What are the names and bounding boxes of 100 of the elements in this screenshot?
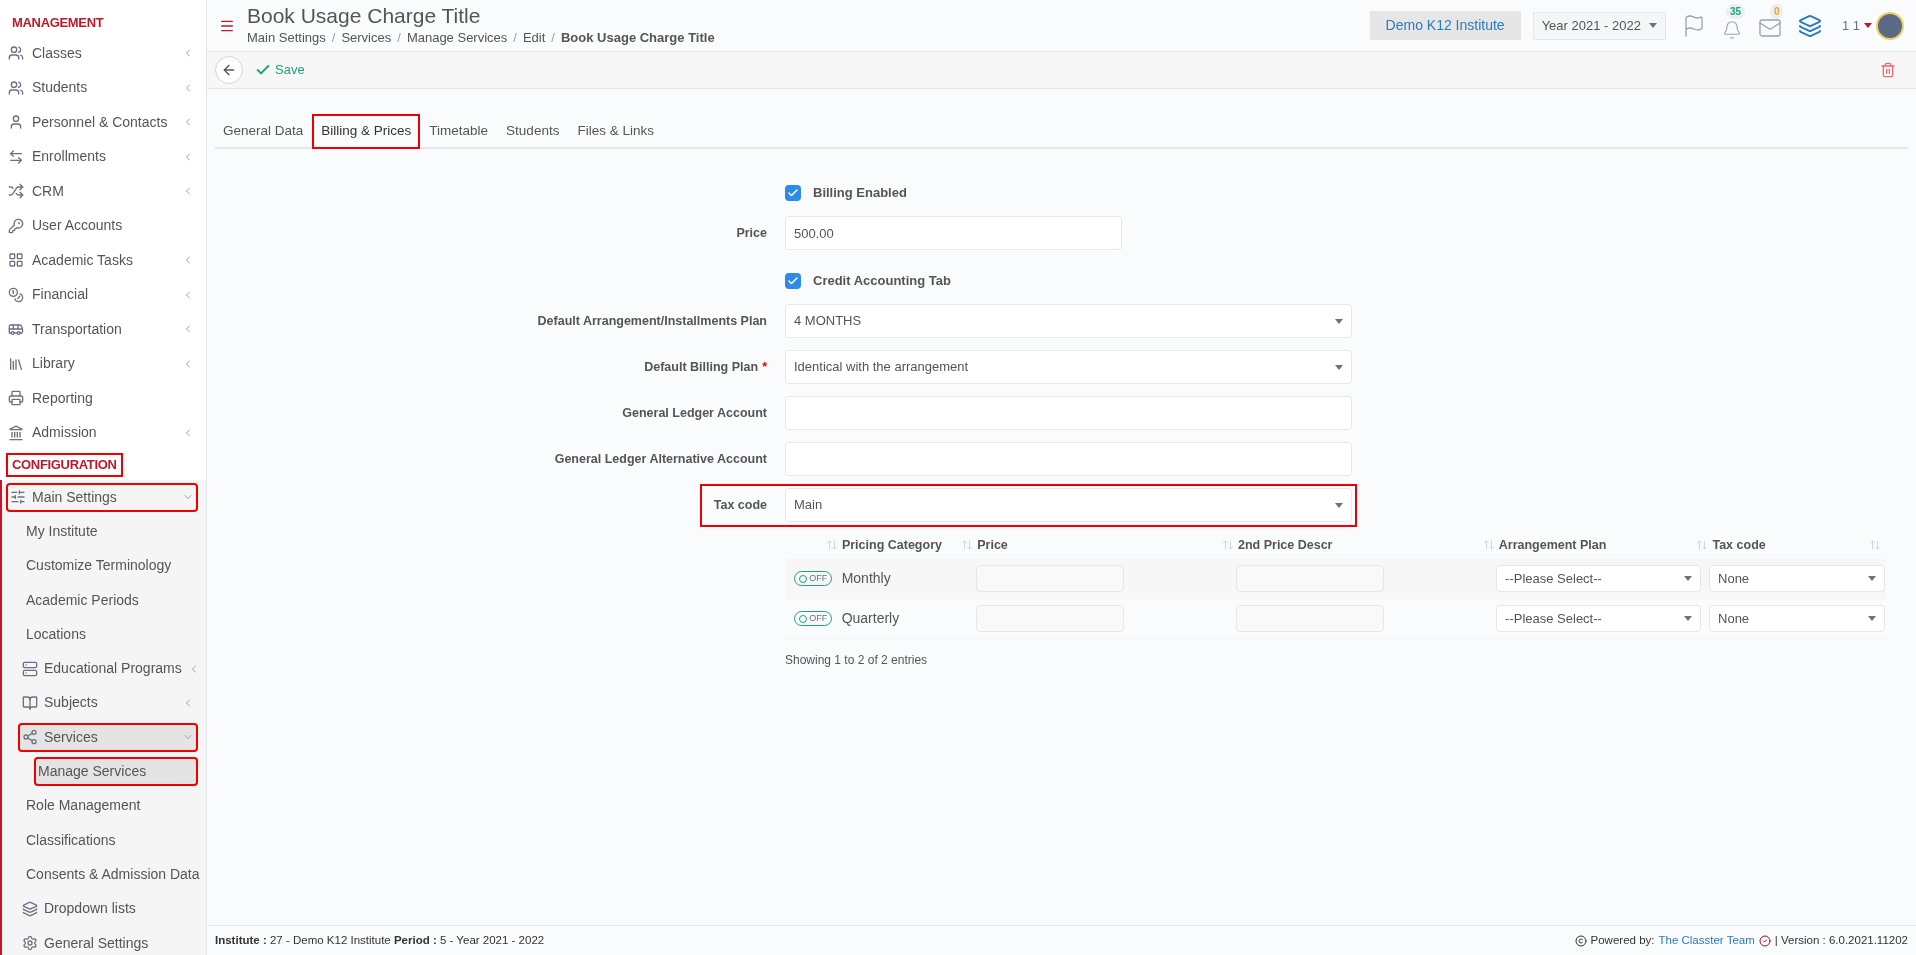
layers-icon[interactable] [1797, 13, 1822, 38]
institute-button[interactable]: Demo K12 Institute [1369, 11, 1521, 40]
section-heading: MANAGEMENT [12, 13, 104, 32]
sidebar-item[interactable]: Locations [22, 619, 198, 649]
avatar[interactable] [1876, 11, 1904, 40]
sidebar-item[interactable]: Transportation [4, 314, 198, 344]
sidebar-item[interactable]: Customize Terminology [22, 551, 198, 581]
breadcrumb-separator: / [513, 28, 517, 47]
breadcrumb-link[interactable]: Edit [522, 27, 546, 48]
key-icon [8, 217, 24, 234]
sort-icon[interactable] [1869, 539, 1881, 551]
sidebar-item[interactable]: Dropdown lists [18, 894, 198, 924]
breadcrumb-link[interactable]: Services [341, 27, 392, 48]
sidebar-item[interactable]: CRM [4, 176, 198, 206]
check-icon [787, 187, 799, 199]
section-heading: CONFIGURATION [8, 455, 121, 475]
building-icon [8, 424, 24, 441]
sort-icon[interactable] [825, 539, 838, 551]
sidebar-item[interactable]: Admission [4, 418, 198, 448]
sliders-icon [10, 489, 26, 506]
breadcrumb-separator: / [331, 28, 336, 47]
sidebar-item[interactable]: Role Management [22, 791, 198, 821]
sidebar-item[interactable]: Classifications [22, 825, 198, 855]
select-field[interactable]: None [1709, 605, 1885, 632]
table-cell-text: Monthly [841, 569, 892, 588]
shuffle-icon [8, 183, 24, 200]
tab[interactable]: Billing & Prices [313, 115, 420, 148]
field-label: Price [735, 225, 768, 242]
field-label: Default Arrangement/Installments Plan [536, 313, 768, 330]
sidebar-item[interactable]: Personnel & Contacts [4, 107, 198, 137]
team-link[interactable]: The Classter Team [1658, 931, 1755, 950]
sidebar-item[interactable]: Consents & Admission Data [22, 859, 204, 889]
sidebar-item[interactable]: Students [4, 73, 198, 103]
breadcrumb-link[interactable]: Book Usage Charge Title [561, 27, 715, 48]
coins-icon [8, 286, 24, 303]
back-button[interactable] [215, 56, 243, 84]
sidebar-item[interactable]: Main Settings [6, 482, 198, 512]
sidebar-item[interactable]: Reporting [4, 383, 198, 413]
caret-icon [1868, 616, 1876, 621]
caret-icon[interactable] [1864, 23, 1872, 28]
checkbox[interactable] [785, 185, 801, 201]
grid-icon [8, 252, 24, 269]
sidebar-item[interactable]: Library [4, 349, 198, 379]
sidebar-item[interactable]: Enrollments [4, 142, 198, 172]
caret-icon [1684, 616, 1693, 621]
column-header[interactable]: 2nd Price Descr [1238, 535, 1333, 555]
sidebar-item[interactable]: Financial [4, 280, 198, 310]
sidebar-item[interactable]: My Institute [22, 516, 198, 546]
sidebar-item[interactable]: User Accounts [4, 211, 198, 241]
caret-icon [1868, 576, 1876, 581]
message-badge: 0 [1769, 3, 1784, 19]
sidebar-item[interactable]: General Settings [18, 928, 198, 955]
version-text: | Version : 6.0.2021.11202 [1774, 932, 1908, 948]
column-header[interactable]: Arrangement Plan [1498, 535, 1607, 555]
sort-icon[interactable] [1696, 539, 1709, 551]
checkbox-label: Credit Accounting Tab [813, 272, 951, 291]
breadcrumb-separator: / [397, 28, 401, 47]
sidebar-item[interactable]: Subjects [18, 688, 198, 718]
select-field[interactable]: 4 MONTHS [785, 304, 1352, 338]
input-field[interactable]: 500.00 [785, 216, 1122, 250]
select-field[interactable]: None [1709, 565, 1885, 592]
logo-icon [1758, 934, 1771, 947]
select-field[interactable]: --Please Select-- [1496, 565, 1702, 592]
select-field[interactable]: Main [785, 488, 1352, 522]
select-field[interactable]: Identical with the arrangement [785, 350, 1352, 384]
delete-icon[interactable] [1880, 62, 1896, 78]
tab[interactable]: General Data [215, 115, 312, 148]
sidebar-item[interactable]: Services [18, 722, 198, 752]
column-header[interactable]: Price [977, 535, 1008, 555]
sidebar-item[interactable]: Academic Periods [22, 585, 198, 615]
input-field[interactable] [785, 442, 1352, 476]
footer-info: Institute : 27 - Demo K12 Institute Period : 5 - Year 2021 - 2022 [215, 932, 545, 948]
year-dropdown[interactable]: Year 2021 - 2022 [1532, 11, 1666, 40]
field-label: General Ledger Alternative Account [553, 451, 768, 468]
select-field[interactable]: --Please Select-- [1496, 605, 1702, 632]
sidebar-item[interactable]: Academic Tasks [4, 245, 198, 275]
book-icon [22, 694, 38, 711]
sort-icon[interactable] [1482, 539, 1495, 551]
input-field[interactable] [785, 396, 1352, 430]
sidebar-item[interactable]: Manage Services [34, 757, 198, 786]
breadcrumb-link[interactable]: Manage Services [406, 27, 508, 48]
column-header[interactable]: Tax code [1712, 535, 1766, 555]
tab[interactable]: Students [498, 115, 568, 148]
gear-icon [22, 935, 38, 951]
tab[interactable]: Timetable [421, 115, 497, 148]
user-name[interactable]: 1 1 [1841, 15, 1860, 36]
sort-icon[interactable] [1222, 539, 1234, 551]
sidebar-item[interactable]: Classes [4, 38, 198, 68]
field-label: Default Billing Plan * [643, 359, 768, 376]
sidebar-item[interactable]: Educational Programs [18, 654, 204, 684]
powered-by-text: Powered by: [1590, 932, 1655, 948]
checkbox[interactable] [785, 273, 801, 289]
caret-icon [1335, 364, 1343, 370]
breadcrumb-link[interactable]: Main Settings [247, 27, 326, 48]
tab[interactable]: Files & Links [569, 115, 662, 148]
breadcrumb-separator: / [551, 28, 555, 47]
column-header[interactable]: Pricing Category [841, 535, 942, 555]
caret-icon [1335, 502, 1343, 508]
sort-icon[interactable] [961, 539, 974, 551]
bell-icon[interactable] [1721, 19, 1742, 40]
